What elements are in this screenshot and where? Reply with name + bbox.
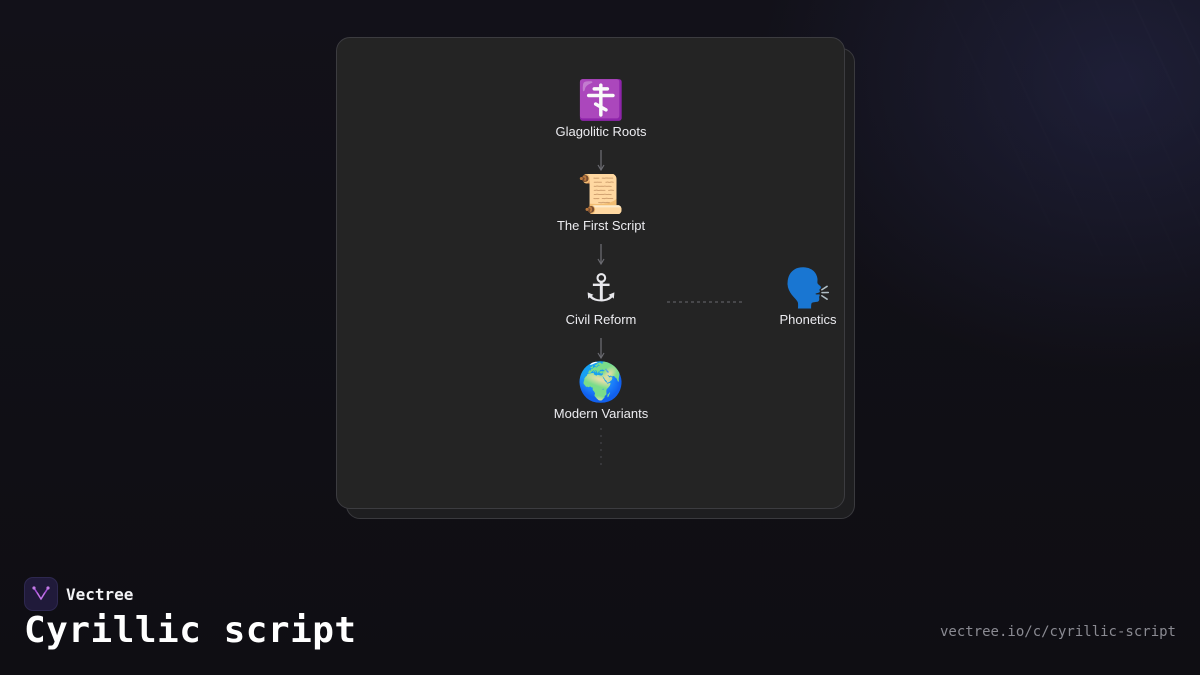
vectree-logo-icon — [24, 577, 58, 611]
node-phonetics[interactable]: 🗣️ Phonetics — [733, 266, 844, 327]
page-title: Cyrillic script — [24, 610, 357, 651]
node-label: Glagolitic Roots — [555, 124, 647, 139]
node-glagolitic-roots[interactable]: ☦️ Glagolitic Roots — [526, 78, 676, 139]
scroll-icon: 📜 — [577, 172, 625, 216]
node-modern-variants[interactable]: 🌍 Modern Variants — [526, 360, 676, 421]
orthodox-cross-icon: ☦️ — [577, 78, 625, 122]
diagram-card: ☦️ Glagolitic Roots 📜 The First Script ⚓… — [336, 37, 845, 509]
globe-icon: 🌍 — [577, 360, 625, 404]
node-first-script[interactable]: 📜 The First Script — [526, 172, 676, 233]
node-label: Civil Reform — [565, 312, 637, 327]
node-label: The First Script — [556, 218, 646, 233]
anchor-icon: ⚓ — [583, 266, 619, 310]
node-label: Modern Variants — [553, 406, 649, 421]
brand[interactable]: Vectree — [24, 577, 133, 611]
node-civil-reform[interactable]: ⚓ Civil Reform — [526, 266, 676, 327]
node-label: Phonetics — [779, 312, 837, 327]
brand-name: Vectree — [66, 584, 134, 604]
speaking-head-icon: 🗣️ — [784, 266, 832, 310]
page-url[interactable]: vectree.io/c/cyrillic-script — [940, 624, 1176, 640]
